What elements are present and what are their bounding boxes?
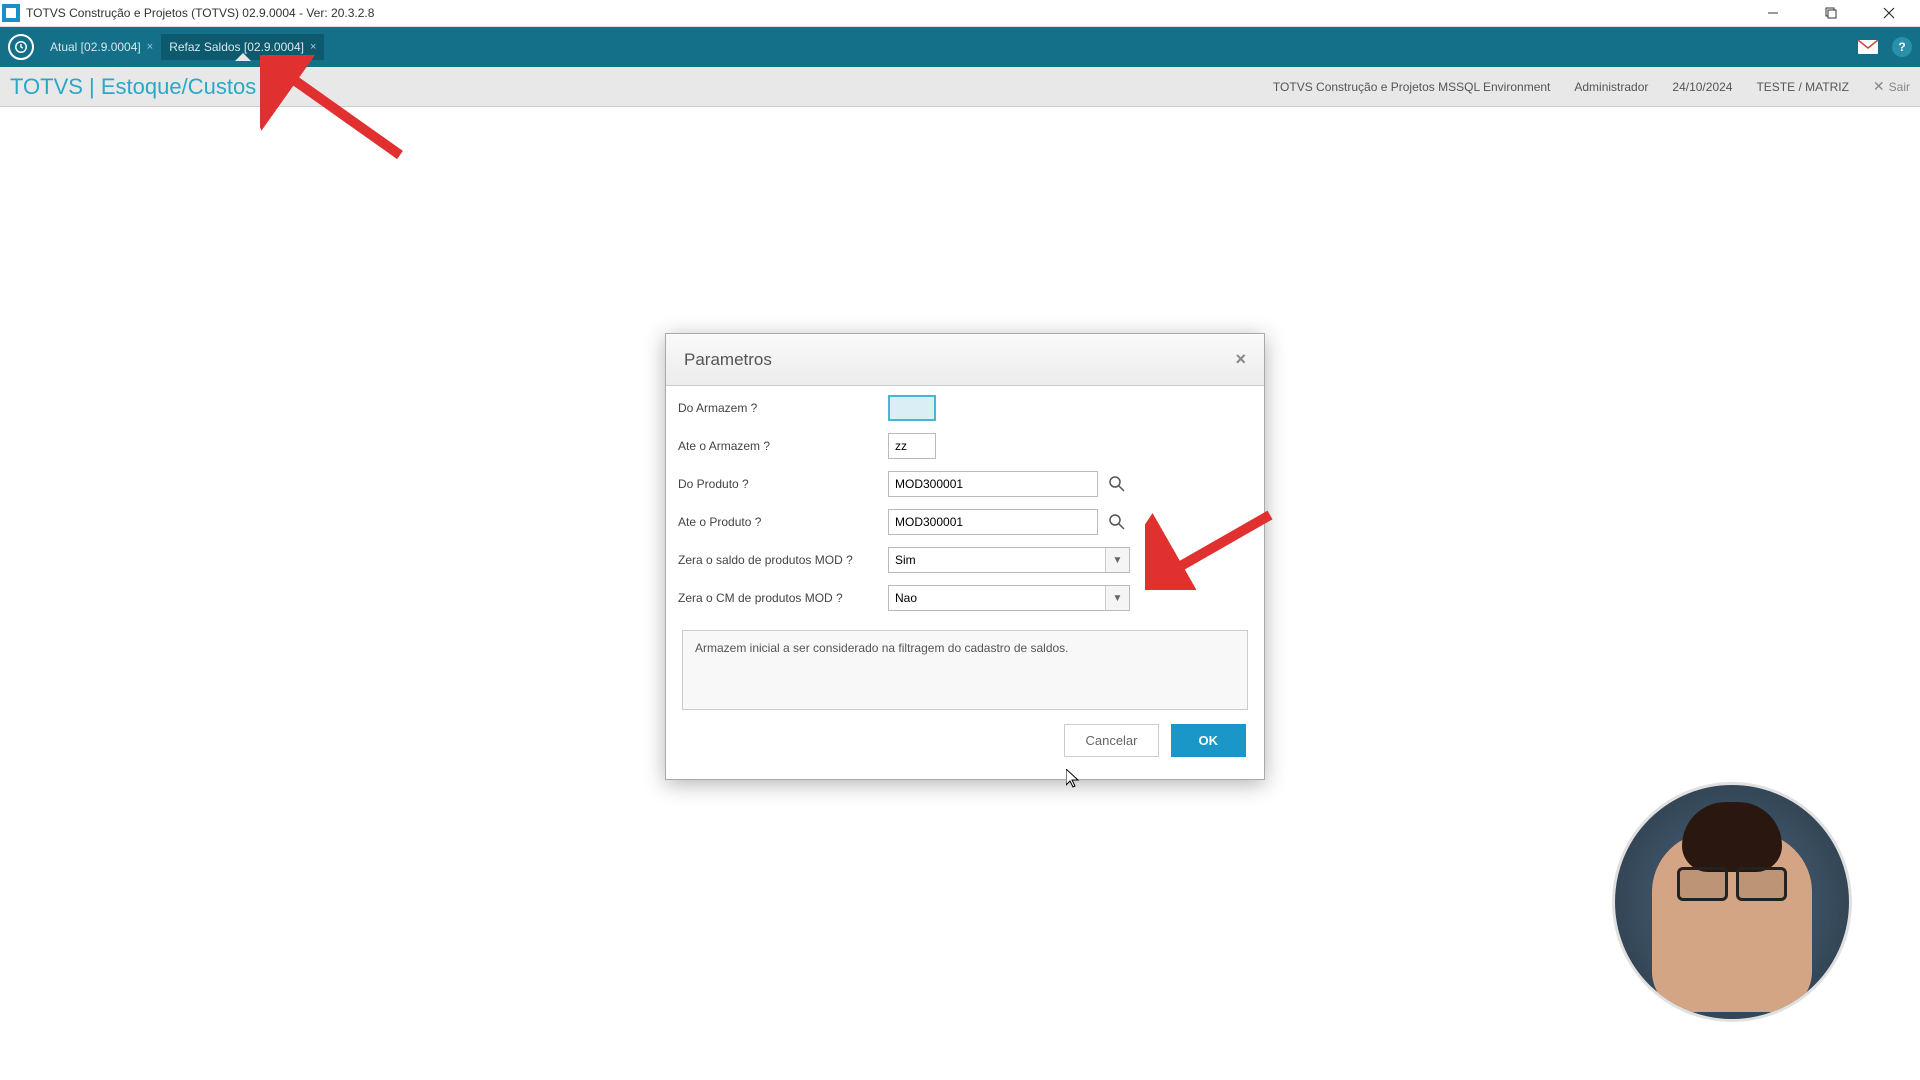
param-label: Do Armazem ? (678, 401, 888, 415)
tab-refaz-saldos[interactable]: Refaz Saldos [02.9.0004] × (161, 34, 324, 60)
tab-bar: Atual [02.9.0004] × Refaz Saldos [02.9.0… (0, 27, 1920, 67)
minimize-button[interactable] (1744, 0, 1802, 27)
param-label: Ate o Produto ? (678, 515, 888, 529)
app-icon (2, 4, 20, 22)
zera-cm-mod-select[interactable]: Nao ▼ (888, 585, 1130, 611)
ate-armazem-input[interactable] (888, 433, 936, 459)
help-icon[interactable]: ? (1892, 37, 1912, 57)
select-value: Sim (895, 553, 916, 567)
dialog-close-button[interactable]: × (1235, 349, 1246, 370)
do-produto-input[interactable] (888, 471, 1098, 497)
chevron-down-icon: ▼ (1105, 586, 1129, 610)
branch-label: TESTE / MATRIZ (1756, 80, 1848, 94)
active-tab-indicator (235, 53, 251, 61)
exit-label: Sair (1889, 80, 1910, 94)
environment-label: TOTVS Construção e Projetos MSSQL Enviro… (1273, 80, 1550, 94)
close-icon: ✕ (1873, 78, 1885, 95)
dialog-header[interactable]: Parametros × (666, 334, 1264, 386)
close-icon[interactable]: × (147, 41, 153, 53)
dialog-scroll-area[interactable]: Do Armazem ? Ate o Armazem ? Do Produto … (678, 394, 1252, 622)
param-row-ate-armazem: Ate o Armazem ? (678, 432, 1234, 460)
chevron-down-icon: ▼ (1105, 548, 1129, 572)
window-titlebar: TOTVS Construção e Projetos (TOTVS) 02.9… (0, 0, 1920, 27)
param-row-do-armazem: Do Armazem ? (678, 394, 1234, 422)
close-icon[interactable]: × (310, 41, 316, 53)
select-value: Nao (895, 591, 917, 605)
cancel-button[interactable]: Cancelar (1064, 724, 1158, 757)
exit-button[interactable]: ✕ Sair (1873, 78, 1910, 95)
help-text-box: Armazem inicial a ser considerado na fil… (682, 630, 1248, 710)
help-text: Armazem inicial a ser considerado na fil… (695, 641, 1069, 655)
close-button[interactable] (1860, 0, 1918, 27)
ok-button[interactable]: OK (1171, 724, 1247, 757)
search-icon[interactable] (1106, 473, 1128, 495)
dialog-footer: Cancelar OK (666, 710, 1264, 779)
webcam-overlay (1612, 782, 1852, 1022)
param-label: Zera o CM de produtos MOD ? (678, 591, 888, 605)
search-icon[interactable] (1106, 511, 1128, 533)
dialog-title: Parametros (684, 350, 772, 370)
home-button[interactable] (8, 34, 34, 60)
ate-produto-input[interactable] (888, 509, 1098, 535)
param-row-zera-cm-mod: Zera o CM de produtos MOD ? Nao ▼ (678, 584, 1234, 612)
page-title: TOTVS | Estoque/Custos (10, 74, 256, 100)
zera-saldo-mod-select[interactable]: Sim ▼ (888, 547, 1130, 573)
param-row-do-produto: Do Produto ? (678, 470, 1234, 498)
param-row-zera-saldo-mod: Zera o saldo de produtos MOD ? Sim ▼ (678, 546, 1234, 574)
do-armazem-input[interactable] (888, 395, 936, 421)
parametros-dialog: Parametros × Do Armazem ? Ate o Armazem … (665, 333, 1265, 780)
user-label: Administrador (1574, 80, 1648, 94)
date-label: 24/10/2024 (1672, 80, 1732, 94)
mail-icon[interactable] (1858, 37, 1878, 57)
tab-atual[interactable]: Atual [02.9.0004] × (42, 34, 161, 60)
maximize-button[interactable] (1802, 0, 1860, 27)
tab-label: Atual [02.9.0004] (50, 40, 141, 54)
breadcrumb-bar: TOTVS | Estoque/Custos TOTVS Construção … (0, 67, 1920, 107)
window-title: TOTVS Construção e Projetos (TOTVS) 02.9… (26, 6, 1744, 20)
param-row-ate-produto: Ate o Produto ? (678, 508, 1234, 536)
tab-label: Refaz Saldos [02.9.0004] (169, 40, 304, 54)
param-label: Zera o saldo de produtos MOD ? (678, 553, 888, 567)
param-label: Do Produto ? (678, 477, 888, 491)
param-label: Ate o Armazem ? (678, 439, 888, 453)
